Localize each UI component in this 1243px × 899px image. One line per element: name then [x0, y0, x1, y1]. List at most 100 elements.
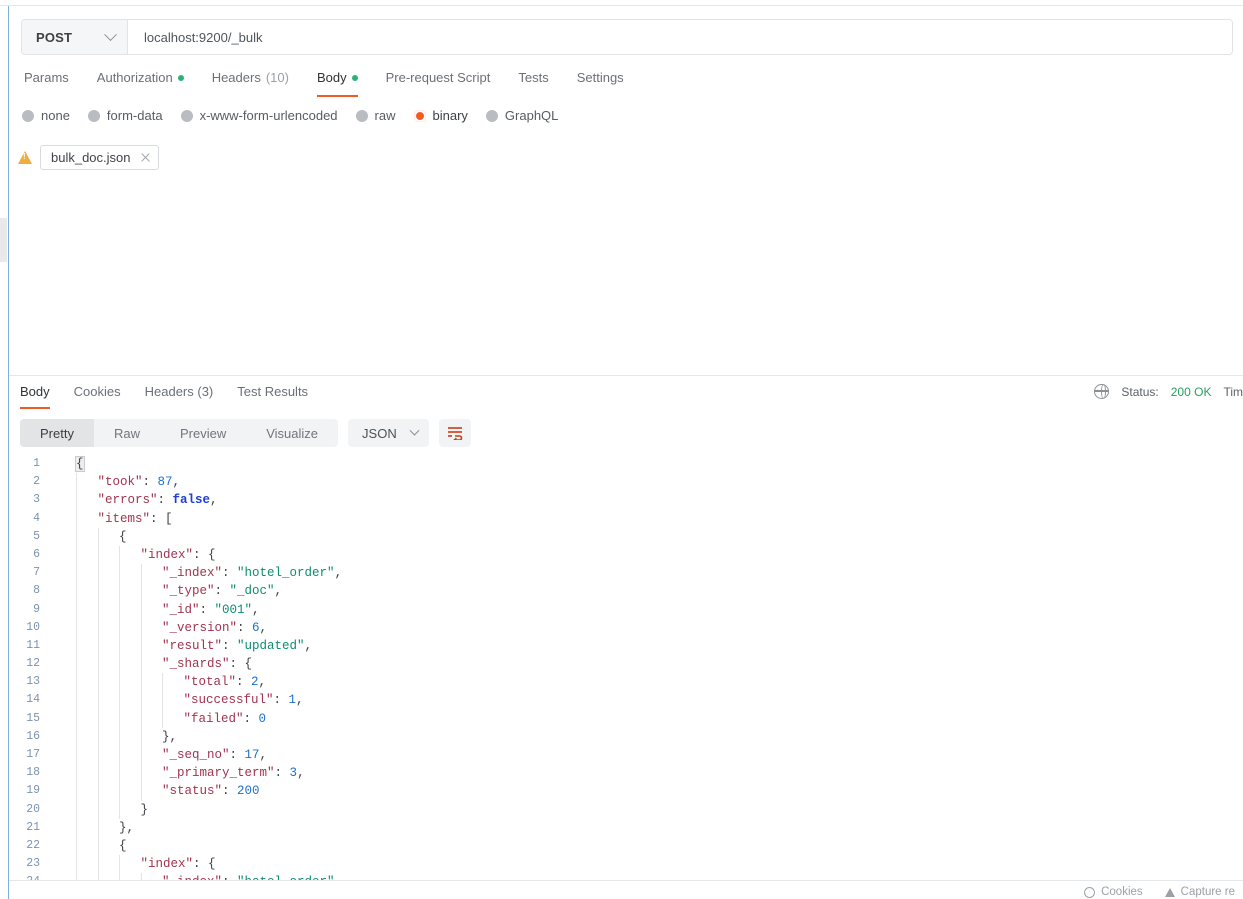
code-line: 8 "_type": "_doc", [10, 582, 1243, 601]
url-value: localhost:9200/_bulk [144, 29, 263, 45]
response-tabs: Body Cookies Headers (3) Test Results [18, 382, 320, 409]
indent-guide [119, 855, 120, 874]
status-bar-item-cookies[interactable]: Cookies [1084, 886, 1143, 898]
request-tab-pre-request-script[interactable]: Pre-request Script [372, 68, 505, 97]
code-line: 12 "_shards": { [10, 655, 1243, 674]
indent-guide [97, 545, 99, 565]
code-line: 24"_index": "hotel_order" [10, 873, 1243, 880]
http-method-dropdown[interactable]: POST [22, 20, 128, 54]
indent-guide [76, 582, 77, 601]
token-num: 6 [252, 620, 260, 635]
response-format-label: JSON [362, 425, 397, 441]
indent-guide [119, 655, 120, 674]
indent-guide [76, 527, 77, 546]
token-key: "_type" [162, 584, 215, 599]
line-number: 19 [26, 784, 40, 798]
indent-guide [119, 873, 120, 880]
radio-icon [485, 109, 498, 122]
response-tab-test-results[interactable]: Test Results [225, 382, 320, 409]
token-key: "index" [140, 547, 194, 562]
request-tab-body[interactable]: Body [303, 68, 372, 97]
time-label: Tim [1223, 384, 1243, 399]
token-key: "_index" [162, 566, 223, 581]
code-text: "items": [ [54, 509, 173, 528]
body-type-radio-binary[interactable]: binary [413, 108, 468, 123]
indent-guide [140, 764, 142, 783]
indent-guide [119, 691, 120, 710]
code-tokens: "successful": 1, [76, 693, 304, 707]
indent-guide [76, 818, 77, 837]
token-pun: : [274, 766, 290, 781]
close-icon[interactable] [140, 153, 150, 163]
view-mode-pretty[interactable]: Pretty [20, 419, 94, 447]
indent-guide [97, 855, 99, 874]
body-type-radio-GraphQL[interactable]: GraphQL [485, 108, 558, 123]
line-number: 18 [26, 766, 40, 780]
indent-guide [76, 836, 77, 856]
indent-guide [76, 491, 77, 510]
token-pun: : [222, 566, 238, 581]
body-type-radio-group: none form-data x-www-form-urlencoded raw bin… [22, 108, 558, 123]
code-text: "_index": "hotel_order", [54, 564, 342, 583]
request-response-splitter[interactable] [9, 375, 1243, 376]
body-type-radio-raw[interactable]: raw [355, 108, 396, 123]
code-line: 7 "_index": "hotel_order", [10, 564, 1243, 583]
code-tokens: "failed": 0 [76, 712, 267, 726]
tab-modified-dot-icon [177, 74, 184, 81]
body-type-radio-x-www-form-urlencoded[interactable]: x-www-form-urlencoded [180, 108, 338, 123]
request-tab-settings[interactable]: Settings [563, 68, 638, 97]
response-body-code-viewer[interactable]: 1{2 "took": 87, 3 "errors": false, 4 "items":… [10, 455, 1243, 880]
status-bar-label: Cookies [1101, 886, 1143, 898]
indent-guide [140, 691, 142, 710]
code-text: "failed": 0 [54, 709, 267, 728]
chevron-down-icon [409, 425, 420, 436]
request-tab-authorization[interactable]: Authorization [83, 68, 198, 97]
response-tab-headers-3-[interactable]: Headers (3) [133, 382, 226, 409]
radio-icon [87, 109, 100, 122]
indent-guide [97, 582, 99, 601]
sidebar-resize-handle[interactable] [0, 218, 7, 262]
response-tab-cookies[interactable]: Cookies [62, 382, 133, 409]
code-line: 4 "items": [ [10, 509, 1243, 528]
token-pun: : [199, 602, 215, 617]
indent-guide [76, 800, 77, 819]
indent-guide [76, 709, 77, 728]
request-tab-params[interactable]: Params [22, 68, 83, 97]
request-tab-label: Body [316, 70, 347, 85]
indent-guide [119, 545, 120, 565]
body-type-radio-form-data[interactable]: form-data [87, 108, 163, 123]
request-tab-label: Params [24, 70, 69, 85]
indent-guide [76, 509, 77, 528]
code-tokens: { [76, 530, 127, 544]
view-mode-preview[interactable]: Preview [160, 419, 246, 447]
view-mode-raw[interactable]: Raw [94, 419, 160, 447]
indent-guide [140, 582, 142, 601]
indent-guide [97, 873, 99, 880]
token-pun: , [259, 620, 268, 635]
request-tab-label: Pre-request Script [385, 70, 491, 85]
body-type-radio-none[interactable]: none [22, 108, 70, 123]
request-tab-headers[interactable]: Headers (10) [198, 68, 303, 97]
code-line: 2 "took": 87, [10, 473, 1243, 492]
token-pun: , [259, 748, 268, 762]
indent-guide [140, 618, 142, 637]
response-format-dropdown[interactable]: JSON [348, 419, 429, 447]
url-input[interactable]: localhost:9200/_bulk [128, 20, 1232, 54]
response-tab-body[interactable]: Body [18, 382, 62, 409]
line-number: 2 [33, 475, 40, 489]
token-key: "result" [162, 638, 223, 653]
line-number: 13 [26, 675, 40, 689]
code-tokens: "_shards": { [76, 657, 252, 671]
request-tab-tests[interactable]: Tests [504, 68, 562, 97]
token-pun: : [236, 675, 252, 690]
token-str: "hotel_order" [237, 566, 335, 581]
status-badge: 200 OK [1170, 384, 1212, 399]
token-pun: : [157, 493, 173, 508]
view-mode-visualize[interactable]: Visualize [246, 419, 338, 447]
status-bar-item-capture-re[interactable]: Capture re [1164, 886, 1235, 898]
request-tab-label: Authorization [96, 70, 173, 85]
wrap-lines-button[interactable] [438, 419, 471, 447]
token-pun: , [304, 638, 313, 653]
selected-file-chip[interactable]: bulk_doc.json [40, 145, 159, 170]
globe-icon[interactable] [1094, 383, 1110, 399]
